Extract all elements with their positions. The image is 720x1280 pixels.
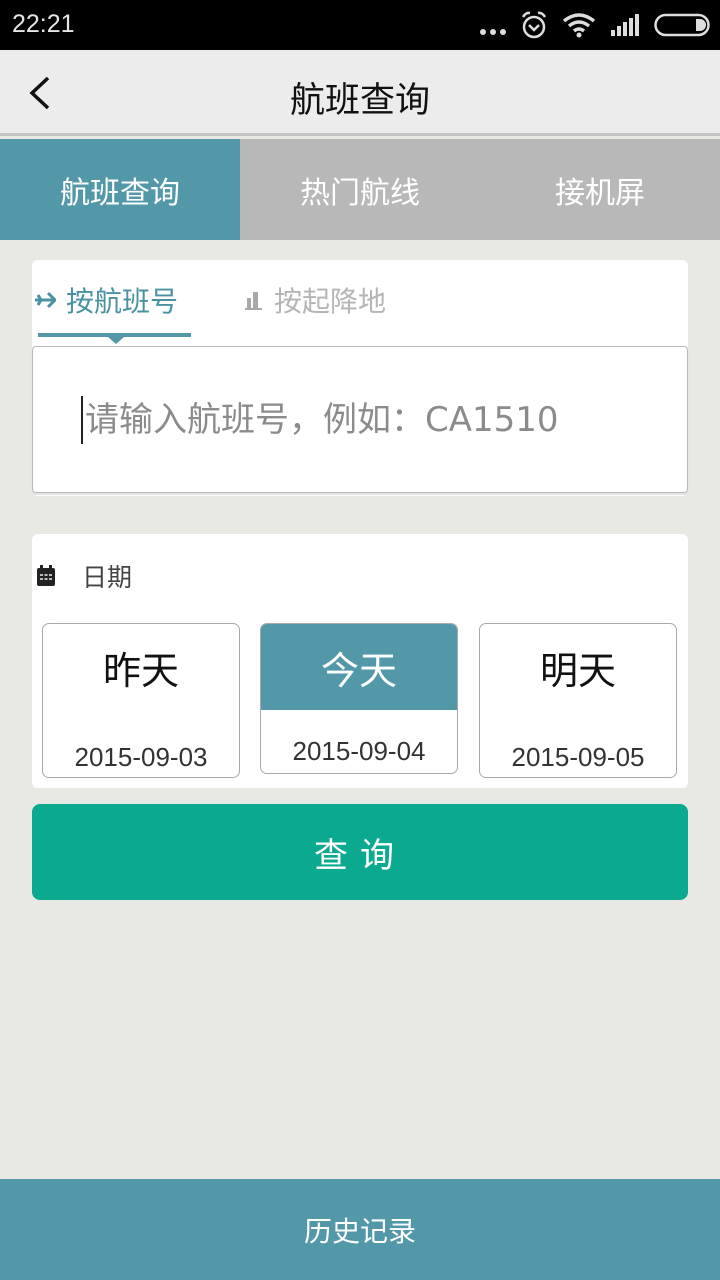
alarm-icon — [521, 11, 547, 39]
wifi-icon — [562, 13, 596, 38]
page-title: 航班查询 — [289, 81, 430, 121]
day-date: 2015-09-05 — [511, 742, 645, 772]
day-option-today[interactable]: 今天 2015-09-04 — [260, 623, 458, 774]
subtab-by-flight-number[interactable]: 按航班号 — [34, 280, 178, 320]
subtab-by-flight-number-label: 按航班号 — [66, 285, 179, 318]
day-option-yesterday[interactable]: 昨天 2015-09-03 — [42, 623, 240, 778]
building-icon — [244, 290, 264, 310]
date-label-row: 日期 — [36, 558, 132, 594]
text-cursor — [81, 395, 83, 444]
tab-arrival-screen[interactable]: 接机屏 — [480, 139, 720, 240]
day-date: 2015-09-04 — [292, 736, 426, 766]
title-bar: 航班查询 — [0, 50, 720, 136]
main-tabs: 航班查询 热门航线 接机屏 — [0, 139, 720, 240]
flight-number-input[interactable] — [85, 399, 645, 440]
airplane-icon — [34, 290, 56, 310]
more-dots-icon — [480, 15, 506, 35]
flight-search-card: 按航班号 按起降地 — [32, 260, 688, 496]
date-label: 日期 — [82, 563, 133, 592]
date-card: 日期 昨天 2015-09-03 今天 2015-09-04 明天 2015-0… — [32, 534, 688, 788]
signal-icon — [611, 14, 639, 36]
tab-popular-routes[interactable]: 热门航线 — [240, 139, 480, 240]
subtab-by-route-label: 按起降地 — [274, 285, 387, 318]
calendar-icon — [37, 565, 55, 586]
status-icons — [480, 8, 710, 42]
day-name: 昨天 — [102, 648, 179, 693]
day-name: 明天 — [539, 648, 616, 693]
history-button[interactable]: 历史记录 — [0, 1179, 720, 1280]
day-date: 2015-09-03 — [74, 742, 208, 772]
battery-icon — [654, 13, 710, 37]
active-subtab-notch — [108, 337, 124, 344]
tab-flight-query[interactable]: 航班查询 — [0, 139, 240, 240]
status-bar: 22:21 — [0, 0, 720, 50]
day-option-tomorrow[interactable]: 明天 2015-09-05 — [479, 623, 677, 778]
flight-number-field[interactable] — [32, 346, 688, 493]
day-name: 今天 — [261, 624, 457, 710]
status-time: 22:21 — [12, 10, 75, 38]
search-button[interactable]: 查询 — [32, 804, 688, 900]
subtab-by-route[interactable]: 按起降地 — [244, 280, 386, 320]
